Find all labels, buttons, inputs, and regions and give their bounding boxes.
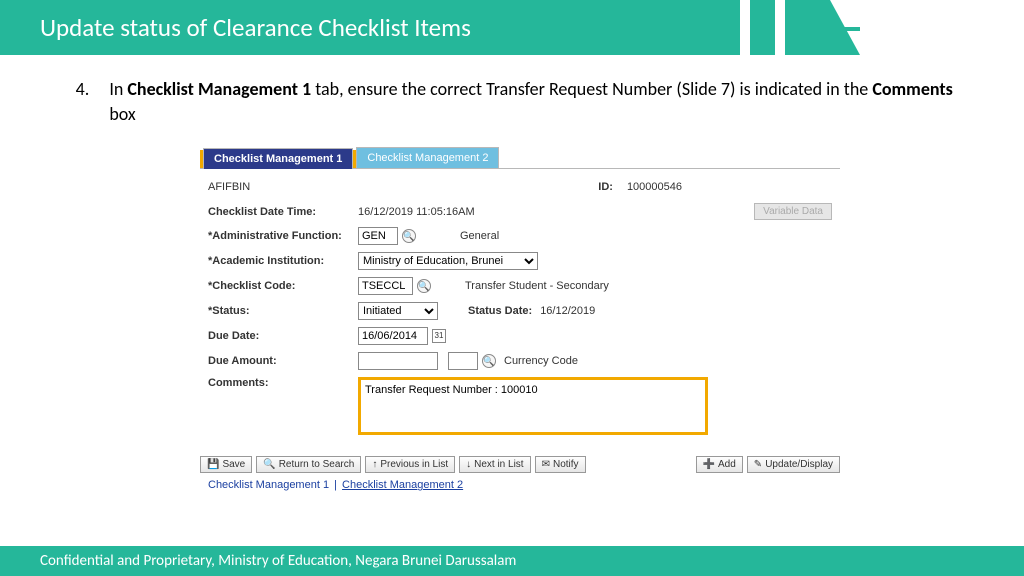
add-icon: ➕ [703, 459, 715, 470]
checklist-code-input[interactable] [358, 277, 413, 295]
previous-in-list-button[interactable]: ↑Previous in List [365, 456, 455, 473]
tab-highlight: Checklist Management 1 [200, 150, 356, 168]
admin-function-input[interactable] [358, 227, 398, 245]
footer-text: Confidential and Proprietary, Ministry o… [40, 552, 516, 570]
title-header: Update status of Clearance Checklist Ite… [0, 0, 1024, 55]
checklist-code-label: *Checklist Code: [208, 280, 358, 292]
link-checklist-mgmt-2[interactable]: Checklist Management 2 [342, 479, 463, 491]
step-number: 4. [70, 77, 89, 127]
next-in-list-button[interactable]: ↓Next in List [459, 456, 530, 473]
notify-button[interactable]: ✉Notify [535, 456, 586, 473]
tab-checklist-mgmt-2[interactable]: Checklist Management 2 [356, 147, 499, 168]
tab-checklist-mgmt-1[interactable]: Checklist Management 1 [203, 148, 353, 169]
status-label: *Status: [208, 305, 358, 317]
update-icon: ✎ [754, 459, 762, 470]
lookup-icon[interactable]: 🔍 [417, 279, 431, 293]
checklist-datetime-label: Checklist Date Time: [208, 206, 358, 218]
page-title: Update status of Clearance Checklist Ite… [0, 0, 740, 55]
form-body: AFIFBIN ID: 100000546 Checklist Date Tim… [200, 169, 840, 448]
due-date-label: Due Date: [208, 330, 358, 342]
institution-label: *Academic Institution: [208, 255, 358, 267]
status-date-label: Status Date: [468, 305, 532, 317]
action-button-row: 💾Save 🔍Return to Search ↑Previous in Lis… [200, 448, 840, 477]
id-value: 100000546 [627, 181, 682, 193]
step-text: In Checklist Management 1 tab, ensure th… [109, 77, 954, 127]
institution-select[interactable]: Ministry of Education, Brunei [358, 252, 538, 270]
status-select[interactable]: Initiated [358, 302, 438, 320]
search-icon: 🔍 [263, 459, 275, 470]
comments-textarea[interactable] [358, 377, 708, 435]
update-display-button[interactable]: ✎Update/Display [747, 456, 840, 473]
checklist-datetime-value: 16/12/2019 11:05:16AM [358, 206, 475, 218]
footer-links: Checklist Management 1 | Checklist Manag… [200, 477, 840, 491]
due-amount-input[interactable] [358, 352, 438, 370]
link-checklist-mgmt-1[interactable]: Checklist Management 1 [208, 479, 329, 491]
app-screenshot: Checklist Management 1 Checklist Managem… [200, 147, 840, 491]
variable-data-button[interactable]: Variable Data [754, 203, 832, 220]
lookup-icon[interactable]: 🔍 [402, 229, 416, 243]
content-area: 4. In Checklist Management 1 tab, ensure… [0, 55, 1024, 491]
due-date-input[interactable] [358, 327, 428, 345]
due-amount-label: Due Amount: [208, 355, 358, 367]
admin-function-label: *Administrative Function: [208, 230, 358, 242]
page-footer: Confidential and Proprietary, Ministry o… [0, 546, 1024, 576]
save-icon: 💾 [207, 459, 219, 470]
arrow-up-icon: ↑ [372, 459, 377, 470]
arrow-down-icon: ↓ [466, 459, 471, 470]
lookup-icon[interactable]: 🔍 [482, 354, 496, 368]
instruction-step-4: 4. In Checklist Management 1 tab, ensure… [70, 77, 954, 127]
notify-icon: ✉ [542, 459, 550, 470]
status-date-value: 16/12/2019 [540, 305, 595, 317]
comments-label: Comments: [208, 377, 358, 389]
id-label: ID: [598, 181, 613, 193]
admin-function-text: General [460, 230, 499, 242]
currency-input[interactable] [448, 352, 478, 370]
calendar-icon[interactable]: 31 [432, 329, 446, 343]
add-button[interactable]: ➕Add [696, 456, 743, 473]
save-button[interactable]: 💾Save [200, 456, 252, 473]
return-to-search-button[interactable]: 🔍Return to Search [256, 456, 361, 473]
person-name: AFIFBIN [208, 181, 598, 193]
tabs: Checklist Management 1 Checklist Managem… [200, 147, 840, 169]
header-decor [740, 0, 860, 55]
currency-label: Currency Code [504, 355, 578, 367]
checklist-code-text: Transfer Student - Secondary [465, 280, 609, 292]
